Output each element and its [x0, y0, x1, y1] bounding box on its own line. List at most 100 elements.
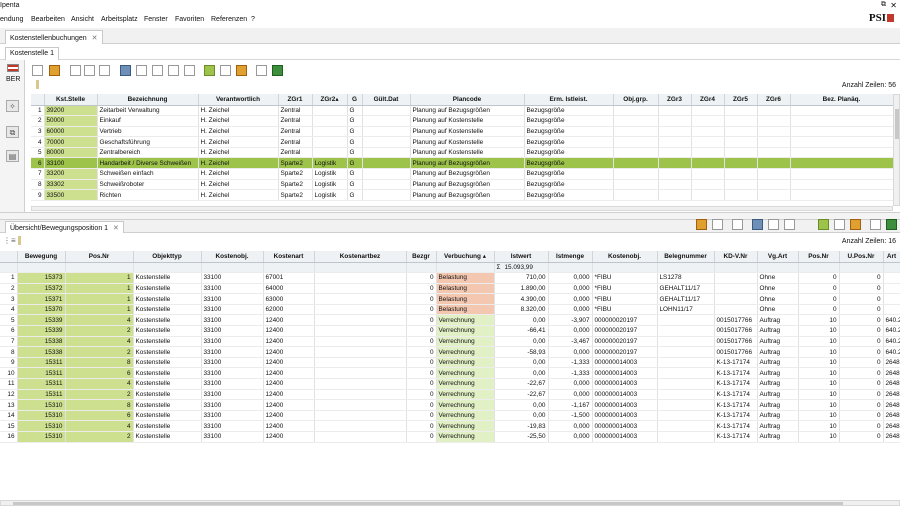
filter-icon[interactable] — [136, 65, 147, 76]
refresh-icon[interactable] — [696, 219, 707, 230]
column-header[interactable]: Verantwortlich — [198, 94, 279, 106]
table-row[interactable]: 7 33200 Schweißen einfach H. Zeichel Sparte2… — [31, 168, 894, 180]
column-header[interactable]: KD-V.Nr — [714, 251, 758, 263]
table-row[interactable]: 1 15373 1 Kostenstelle 33100 67001 0 Belastung 7… — [0, 272, 900, 284]
table-row[interactable]: 12 15311 2 Kostenstelle 33100 12400 0 Verrechnu… — [0, 389, 900, 401]
upper-vertical-scrollbar[interactable] — [893, 94, 900, 206]
column-header[interactable]: Bewegung — [17, 251, 66, 263]
delete-icon[interactable] — [732, 219, 743, 230]
table-row[interactable]: 9 15311 8 Kostenstelle 33100 12400 0 Verrechnun… — [0, 357, 900, 369]
tab-close-icon[interactable]: ✕ — [92, 35, 98, 42]
mail-icon[interactable] — [256, 65, 267, 76]
table-row[interactable]: 2 15372 1 Kostenstelle 33100 64000 0 Belastung 1… — [0, 283, 900, 295]
lower-horizontal-scrollbar[interactable] — [0, 500, 900, 506]
table-row[interactable]: 6 15339 2 Kostenstelle 33100 12400 0 Verrechnun… — [0, 325, 900, 337]
column-header[interactable]: G — [347, 94, 363, 106]
column-header[interactable]: Bez. Planäq. — [790, 94, 894, 106]
table-row[interactable]: 9 33500 Richten H. Zeichel Sparte2 Logistik G P… — [31, 189, 894, 201]
sort-icon[interactable] — [784, 219, 795, 230]
delete-icon[interactable] — [99, 65, 110, 76]
excel-export-icon[interactable] — [886, 219, 897, 230]
grid-icon[interactable] — [220, 65, 231, 76]
column-header[interactable]: Plancode — [410, 94, 525, 106]
tab-uebersicht-bewegungsposition[interactable]: Übersicht/Bewegungsposition 1 ✕ — [5, 221, 124, 233]
group-icon[interactable] — [168, 65, 179, 76]
column-header[interactable]: Pos.Nr — [65, 251, 134, 263]
table-row[interactable]: 13 15310 8 Kostenstelle 33100 12400 0 Verrechnu… — [0, 399, 900, 411]
table-row[interactable]: 5 80000 Zentralbereich H. Zeichel Zentral G Pl… — [31, 147, 894, 159]
table-row[interactable]: 11 15311 4 Kostenstelle 33100 12400 0 Verrechnu… — [0, 378, 900, 390]
mail-icon[interactable] — [870, 219, 881, 230]
column-header[interactable]: Obj.grp. — [613, 94, 659, 106]
column-header[interactable]: Kostenartbez — [314, 251, 407, 263]
menu-item[interactable]: Arbeitsplatz — [101, 16, 138, 23]
scroll-thumb[interactable] — [13, 502, 843, 505]
column-header[interactable]: Objekttyp — [133, 251, 202, 263]
column-header[interactable]: Gült.Dat — [362, 94, 411, 106]
column-header[interactable]: Bezgr — [406, 251, 437, 263]
menu-item[interactable]: Fenster — [144, 16, 168, 23]
column-header[interactable]: ZGr3 — [658, 94, 692, 106]
column-header[interactable]: ZGr1 — [278, 94, 313, 106]
pin-icon[interactable]: ✧ — [6, 100, 19, 112]
column-header[interactable]: ZGr2▴ — [312, 94, 348, 106]
table-row[interactable]: 14 15310 6 Kostenstelle 33100 12400 0 Verrechnu… — [0, 410, 900, 422]
tree-icon[interactable]: ⋮≡ — [3, 236, 16, 245]
layout-icon[interactable] — [818, 219, 829, 230]
edit-document-icon[interactable] — [84, 65, 95, 76]
columns-icon[interactable] — [184, 65, 195, 76]
new-document-icon[interactable] — [70, 65, 81, 76]
column-header[interactable]: Belegnummer — [657, 251, 715, 263]
table-row[interactable]: 4 15370 1 Kostenstelle 33100 62000 0 Belastung 8… — [0, 304, 900, 316]
table-row[interactable]: 3 15371 1 Kostenstelle 33100 63000 0 Belastung 4… — [0, 293, 900, 305]
menu-item[interactable]: Referenzen — [211, 16, 247, 23]
table-row[interactable]: 10 15311 6 Kostenstelle 33100 12400 0 Verrechnu… — [0, 367, 900, 380]
upper-horizontal-scrollbar[interactable] — [31, 206, 893, 211]
column-header[interactable]: Erm. Istleist. — [524, 94, 614, 106]
document-icon[interactable]: ▤ — [6, 150, 19, 162]
back-icon[interactable] — [32, 65, 43, 76]
close-icon[interactable]: ✕ — [890, 1, 897, 10]
column-header[interactable]: ZGr5 — [724, 94, 758, 106]
restore-icon[interactable]: ⧉ — [881, 1, 886, 9]
column-header[interactable]: Bezeichnung — [97, 94, 199, 106]
column-header[interactable]: Pos.Nr — [798, 251, 840, 263]
table-row[interactable]: 8 15338 2 Kostenstelle 33100 12400 0 Verrechnun… — [0, 346, 900, 358]
table-row[interactable]: 6 33100 Handarbeit / Diverse Schweißen H. Z… — [31, 157, 894, 170]
column-header[interactable]: Istwert — [494, 251, 549, 263]
column-header[interactable]: Istmenge — [548, 251, 593, 263]
sort-icon[interactable] — [152, 65, 163, 76]
refresh-icon[interactable] — [49, 65, 60, 76]
column-header[interactable]: Kostenart — [263, 251, 315, 263]
menu-item[interactable]: ? — [251, 16, 255, 23]
filter-icon[interactable] — [768, 219, 779, 230]
table-row[interactable]: 8 33302 Schweißroboter H. Zeichel Sparte2 Log… — [31, 179, 894, 191]
key-icon[interactable] — [850, 219, 861, 230]
grid-icon[interactable] — [834, 219, 845, 230]
table-row[interactable]: 5 15339 4 Kostenstelle 33100 12400 0 Verrechnun… — [0, 314, 900, 327]
copy-icon[interactable]: ⧉ — [6, 126, 19, 138]
column-header[interactable] — [31, 94, 45, 106]
column-header[interactable]: Kostenobj. — [201, 251, 264, 263]
column-header[interactable] — [0, 251, 18, 263]
tab-close-icon[interactable]: ✕ — [113, 225, 119, 232]
column-header[interactable]: ZGr4 — [691, 94, 725, 106]
table-row[interactable]: 3 60000 Vertrieb H. Zeichel Zentral G Planung … — [31, 126, 894, 138]
table-row[interactable]: 7 15338 4 Kostenstelle 33100 12400 0 Verrechnun… — [0, 336, 900, 348]
column-header[interactable]: Verbuchung ▴ — [436, 251, 495, 263]
table-row[interactable]: 16 15310 2 Kostenstelle 33100 12400 0 Verrechnu… — [0, 431, 900, 443]
column-header[interactable]: Kostenobj. — [592, 251, 658, 263]
menu-item[interactable]: Bearbeiten — [31, 16, 65, 23]
tab-kostenstellenbuchungen[interactable]: Kostenstellenbuchungen ✕ — [5, 30, 103, 44]
column-header[interactable]: U.Pos.Nr — [839, 251, 884, 263]
column-header[interactable]: ZGr6 — [757, 94, 791, 106]
scroll-thumb[interactable] — [895, 109, 899, 139]
column-header[interactable]: Kst.Stelle — [44, 94, 98, 106]
table-row[interactable]: 15 15310 4 Kostenstelle 33100 12400 0 Verrechnu… — [0, 420, 900, 432]
table-row[interactable]: 4 70000 Geschaftsführung H. Zeichel Zentral G… — [31, 136, 894, 148]
table-row[interactable]: 1 39200 Zeitarbeit Verwaltung H. Zeichel Zen… — [31, 105, 894, 117]
menu-item[interactable]: Ansicht — [71, 16, 94, 23]
tab-kostenstelle-1[interactable]: Kostenstelle 1 — [5, 47, 59, 60]
column-header[interactable]: Vg.Art — [757, 251, 799, 263]
flag-icon[interactable] — [7, 64, 19, 72]
